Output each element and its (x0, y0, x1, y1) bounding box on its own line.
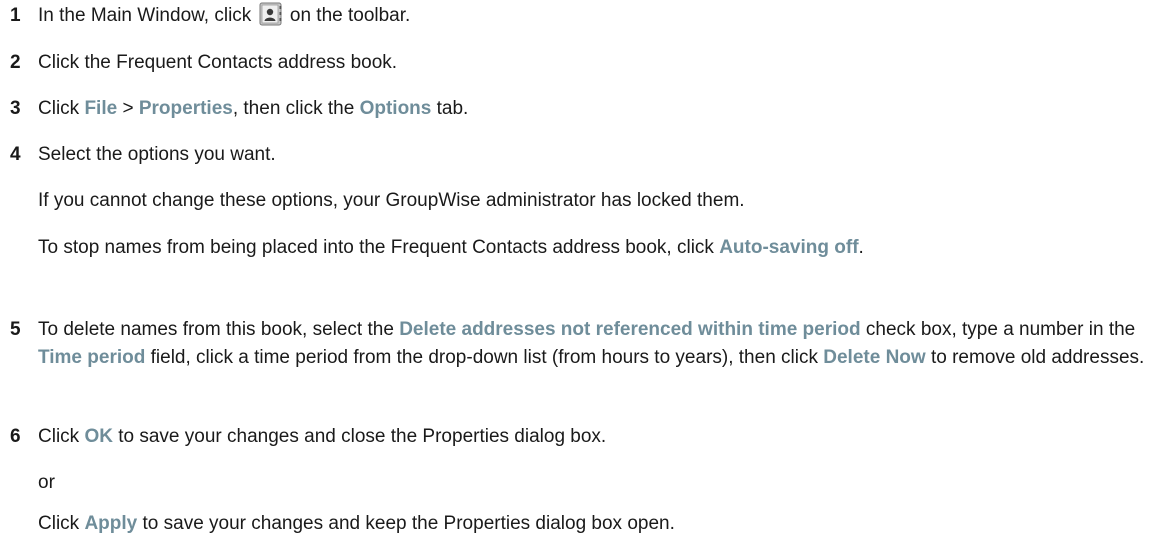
step-number: 1 (10, 5, 21, 26)
delete-addresses-checkbox-label: Delete addresses not referenced within t… (399, 319, 861, 340)
step-1: 1 In the Main Window, click on the toolb… (10, 2, 1160, 30)
step-text: to remove old addresses. (930, 347, 1145, 368)
step-text: Click (38, 426, 80, 447)
step-6: 6 Click OK to save your changes and clos… (10, 423, 1160, 451)
menu-file-label: File (84, 98, 118, 119)
delete-now-button-label: Delete Now (823, 347, 926, 368)
step-6-or: or (38, 472, 55, 493)
step-text: To delete names from this book, select t… (38, 319, 394, 340)
note-text: To stop names from being placed into the… (38, 237, 714, 258)
step-4: 4 Select the options you want. (10, 141, 1160, 169)
menu-properties-label: Properties (138, 98, 233, 119)
step-text: on the toolbar. (289, 5, 411, 26)
step-number: 4 (10, 144, 21, 165)
step-text: Click (38, 513, 80, 534)
step-text: In the Main Window, click (38, 5, 252, 26)
step-text: Click the Frequent Contacts address book… (38, 52, 398, 73)
menu-separator: > (122, 98, 134, 119)
instruction-list: 1 In the Main Window, click on the toolb… (0, 0, 1172, 537)
time-period-field-label: Time period (38, 347, 146, 368)
step-3: 3 Click File > Properties, then click th… (10, 95, 1160, 123)
step-number: 2 (10, 52, 21, 73)
options-tab-label: Options (359, 98, 432, 119)
step-text: to save your changes and close the Prope… (118, 426, 607, 447)
note-text: . (858, 237, 864, 258)
step-4-note: If you cannot change these options, your… (38, 190, 745, 211)
step-text: tab. (436, 98, 469, 119)
apply-button-label: Apply (84, 513, 138, 534)
step-number: 5 (10, 319, 21, 340)
step-text: , then click the (232, 98, 355, 119)
step-text: to save your changes and keep the Proper… (142, 513, 675, 534)
step-text: check box, type a number in the (865, 319, 1136, 340)
step-text: field, click a time period from the drop… (150, 347, 818, 368)
address-book-icon (259, 2, 283, 26)
step-2: 2 Click the Frequent Contacts address bo… (10, 49, 1160, 77)
step-number: 3 (10, 98, 21, 119)
step-5: 5 To delete names from this book, select… (10, 316, 1160, 372)
step-text: Click (38, 98, 80, 119)
auto-saving-off-label: Auto-saving off (719, 237, 859, 258)
step-number: 6 (10, 426, 21, 447)
step-6-alt: Click Apply to save your changes and kee… (38, 510, 1163, 538)
ok-button-label: OK (84, 426, 113, 447)
step-4-note-auto-saving: To stop names from being placed into the… (38, 234, 1163, 262)
step-text: Select the options you want. (38, 144, 276, 165)
